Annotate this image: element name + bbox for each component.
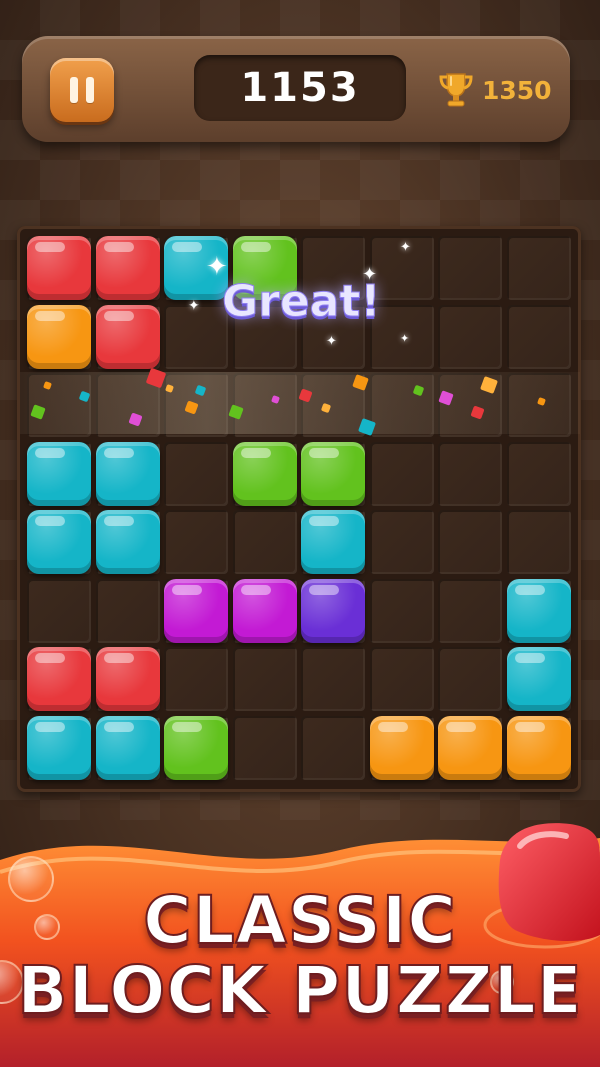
best-score-value: 1350 bbox=[482, 75, 552, 105]
best-score-display: 1350 bbox=[438, 70, 552, 110]
block-red bbox=[95, 304, 160, 369]
block-green bbox=[164, 715, 228, 780]
combo-text: Great! bbox=[222, 276, 381, 328]
block-purple bbox=[301, 578, 365, 643]
pause-button[interactable] bbox=[50, 58, 114, 122]
block-red bbox=[27, 647, 91, 711]
block-cyan bbox=[301, 510, 365, 574]
block-orange bbox=[369, 715, 434, 780]
board-cell[interactable] bbox=[164, 647, 228, 711]
board-cell[interactable] bbox=[506, 441, 571, 506]
board-cell[interactable] bbox=[369, 441, 434, 506]
sparkle-icon: ✦ bbox=[400, 240, 411, 255]
block-red bbox=[95, 647, 160, 711]
block-orange bbox=[438, 715, 502, 780]
board-cell[interactable] bbox=[232, 647, 297, 711]
block-cyan bbox=[95, 441, 160, 506]
pause-icon bbox=[70, 77, 78, 103]
block-red bbox=[27, 236, 91, 300]
current-score: 1153 bbox=[194, 55, 406, 121]
board-cell[interactable] bbox=[438, 510, 502, 574]
block-cyan bbox=[506, 578, 571, 643]
block-cyan bbox=[27, 441, 91, 506]
block-cyan bbox=[27, 715, 91, 780]
block-magenta bbox=[232, 578, 297, 643]
block-green bbox=[301, 441, 365, 506]
block-cyan bbox=[95, 715, 160, 780]
board-cell[interactable] bbox=[27, 578, 91, 643]
block-cyan bbox=[95, 510, 160, 574]
board-cell[interactable] bbox=[164, 510, 228, 574]
board-cell[interactable] bbox=[438, 647, 502, 711]
board-cell[interactable] bbox=[369, 510, 434, 574]
board-cell[interactable] bbox=[506, 304, 571, 369]
banner-title-line1: CLASSIC bbox=[142, 881, 457, 960]
block-green bbox=[232, 441, 297, 506]
board-cell[interactable] bbox=[506, 236, 571, 300]
board-cell[interactable] bbox=[301, 647, 365, 711]
trophy-icon bbox=[439, 73, 473, 107]
board-cell[interactable] bbox=[164, 441, 228, 506]
block-cyan bbox=[506, 647, 571, 711]
board-cell[interactable] bbox=[95, 578, 160, 643]
board-cell[interactable] bbox=[232, 510, 297, 574]
board-cell[interactable] bbox=[506, 510, 571, 574]
sparkle-icon: ✦ bbox=[188, 298, 200, 314]
board-cell[interactable] bbox=[438, 578, 502, 643]
board-cell[interactable] bbox=[301, 715, 365, 780]
board-cell[interactable] bbox=[369, 578, 434, 643]
board-cell[interactable] bbox=[232, 715, 297, 780]
promo-banner: CLASSIC BLOCK PUZZLE bbox=[0, 820, 600, 1067]
board-cell[interactable] bbox=[438, 236, 502, 300]
sparkle-icon: ✦ bbox=[206, 252, 228, 282]
board-cell[interactable] bbox=[438, 441, 502, 506]
block-orange bbox=[506, 715, 571, 780]
board-cell[interactable] bbox=[369, 647, 434, 711]
board-cell[interactable] bbox=[164, 304, 228, 369]
sparkle-icon: ✦ bbox=[362, 264, 378, 285]
sparkle-icon: ✦ bbox=[400, 332, 410, 345]
block-orange bbox=[27, 304, 91, 369]
block-cyan bbox=[27, 510, 91, 574]
pause-icon bbox=[86, 77, 94, 103]
block-magenta bbox=[164, 578, 228, 643]
sparkle-icon: ✦ bbox=[326, 334, 337, 349]
board-cell[interactable] bbox=[438, 304, 502, 369]
banner-title-line2: BLOCK PUZZLE bbox=[16, 951, 583, 1030]
block-red bbox=[95, 236, 160, 300]
